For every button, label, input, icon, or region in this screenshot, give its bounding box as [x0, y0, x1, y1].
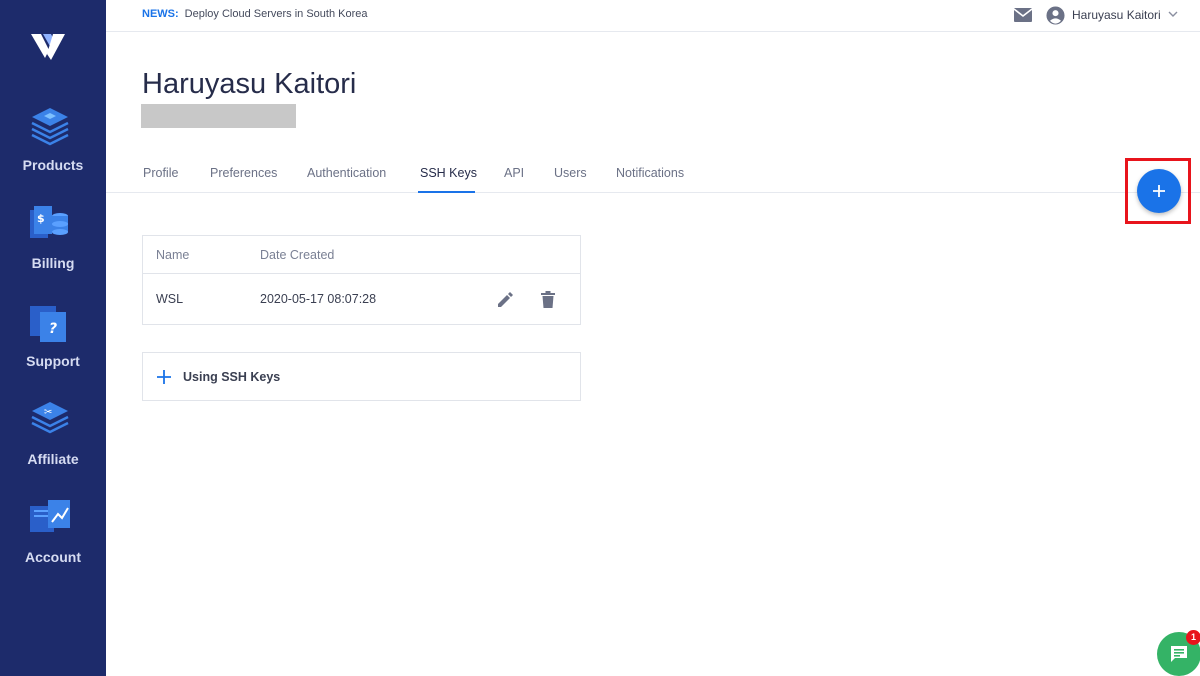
news-tag: NEWS: — [142, 8, 179, 20]
accordion-label: Using SSH Keys — [183, 370, 281, 384]
column-header-name: Name — [156, 248, 190, 262]
sidebar-item-billing[interactable]: $ Billing — [0, 202, 106, 294]
page-title: Haruyasu Kaitori — [142, 68, 357, 100]
plus-icon — [157, 370, 171, 384]
products-icon — [31, 108, 69, 146]
sidebar-item-support[interactable]: ? Support — [0, 300, 106, 392]
tab-bar: Profile Preferences Authentication SSH K… — [106, 152, 1200, 193]
tab-api[interactable]: API — [504, 166, 524, 180]
support-icon: ? — [30, 306, 66, 342]
mail-icon[interactable] — [1013, 7, 1033, 23]
news-banner[interactable]: NEWS: Deploy Cloud Servers in South Korea — [142, 8, 368, 20]
add-ssh-key-button[interactable] — [1137, 169, 1181, 213]
redacted-email — [141, 104, 296, 128]
tab-profile[interactable]: Profile — [143, 166, 178, 180]
svg-text:$: $ — [37, 212, 45, 225]
tab-ssh-keys[interactable]: SSH Keys — [420, 166, 477, 180]
chevron-down-icon[interactable] — [1168, 10, 1178, 18]
chat-notification-badge: 1 — [1186, 630, 1200, 645]
tab-users[interactable]: Users — [554, 166, 587, 180]
ssh-key-date: 2020-05-17 08:07:28 — [260, 292, 377, 306]
top-bar: NEWS: Deploy Cloud Servers in South Korea… — [106, 0, 1200, 32]
sidebar-item-label: Affiliate — [27, 451, 79, 467]
ssh-key-name: WSL — [156, 292, 184, 306]
sidebar-item-label: Products — [22, 157, 84, 173]
svg-text:?: ? — [49, 321, 57, 337]
sidebar-item-label: Billing — [31, 255, 75, 271]
tab-preferences[interactable]: Preferences — [210, 166, 277, 180]
sidebar-item-label: Support — [26, 353, 80, 369]
account-icon — [30, 500, 70, 532]
user-avatar-icon[interactable] — [1046, 6, 1065, 25]
sidebar-item-label: Account — [25, 549, 81, 565]
tab-notifications[interactable]: Notifications — [616, 166, 684, 180]
sidebar-item-products[interactable]: Products — [0, 104, 106, 196]
table-row: WSL 2020-05-17 08:07:28 — [143, 275, 580, 325]
active-tab-indicator — [418, 191, 475, 193]
vultr-logo[interactable] — [29, 28, 69, 64]
table-header: Name Date Created — [143, 236, 580, 274]
plus-icon — [1153, 185, 1165, 197]
trash-icon[interactable] — [541, 291, 555, 308]
ssh-keys-table: Name Date Created WSL 2020-05-17 08:07:2… — [142, 235, 581, 325]
sidebar-item-account[interactable]: Account — [0, 496, 106, 588]
edit-icon[interactable] — [496, 291, 514, 309]
news-text[interactable]: Deploy Cloud Servers in South Korea — [185, 8, 368, 20]
sidebar: Products $ Billing ? Support ✂ Affiliate — [0, 0, 106, 676]
billing-icon: $ — [30, 206, 68, 238]
using-ssh-keys-expander[interactable]: Using SSH Keys — [142, 352, 581, 401]
column-header-date: Date Created — [260, 248, 335, 262]
sidebar-item-affiliate[interactable]: ✂ Affiliate — [0, 398, 106, 490]
tab-authentication[interactable]: Authentication — [307, 166, 386, 180]
affiliate-icon: ✂ — [31, 402, 69, 434]
chat-icon — [1171, 646, 1187, 662]
user-menu-name[interactable]: Haruyasu Kaitori — [1072, 8, 1161, 22]
svg-text:✂: ✂ — [44, 407, 52, 418]
